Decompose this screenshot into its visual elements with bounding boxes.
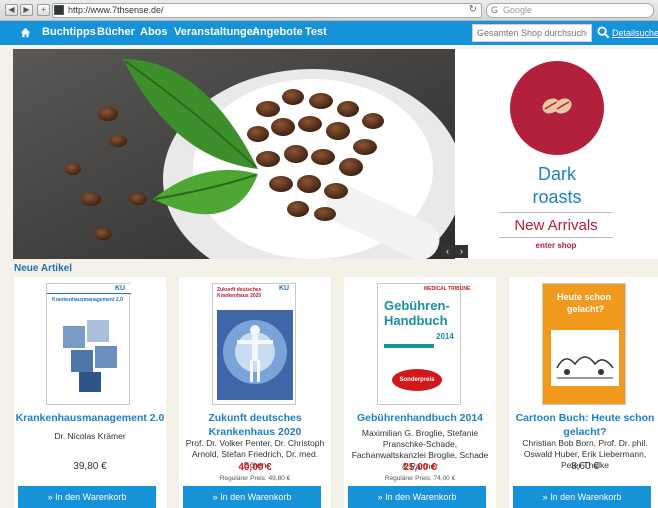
carousel-next-button[interactable]: › [455,245,468,258]
product-regular-price: Regulärer Preis: 74,00 € [384,475,456,482]
hero-subtitle: New Arrivals [514,217,598,234]
product-title[interactable]: Gebührenhandbuch 2014 [344,411,496,425]
product-card: KU Zukunft deutsches Krankenhaus 2020 Zu… [179,277,331,508]
add-to-cart-button[interactable]: » In den Warenkorb [183,486,321,508]
cover-special-badge: Sonderpreis [392,369,442,391]
new-tab-button[interactable]: + [37,4,50,16]
cover-title-line1: Heute schon [557,292,612,302]
product-title[interactable]: Krankenhausmanagement 2.0 [14,411,166,425]
book-cover[interactable]: KU Zukunft deutsches Krankenhaus 2020 [212,283,296,405]
hero-title-line1: Dark [537,164,576,184]
cover-title-line2: Handbuch [384,313,448,328]
book-cover[interactable]: KU Krankenhausmanagement 2.0 [46,283,131,405]
book-cover[interactable]: MEDICAL TRIBUNE Gebühren- Handbuch 2014 … [377,283,470,405]
cover-badge: MEDICAL TRIBUNE [424,286,471,292]
product-title[interactable]: Cartoon Buch: Heute schon gelacht? [509,411,658,439]
section-title: Neue Artikel [14,263,72,274]
favicon-icon [54,5,64,15]
cover-title-line2: gelacht? [567,304,605,314]
google-icon: G [491,5,499,15]
home-icon[interactable] [20,27,31,38]
nav-item-test[interactable]: Test [305,26,327,38]
product-card: Heute schon gelacht? Cartoon Buch: Heute… [509,277,658,508]
add-to-cart-button[interactable]: » In den Warenkorb [348,486,486,508]
nav-item-angebote[interactable]: Angebote [252,26,303,38]
nav-item-abos[interactable]: Abos [140,26,168,38]
human-figure-illustration [217,310,293,400]
main-navigation: Buchtipps Bücher Abos Veranstaltungen An… [0,21,658,45]
url-text: http://www.7thsense.de/ [68,5,164,15]
product-price: 39,80 € [73,461,107,472]
shop-search-field[interactable] [472,24,592,42]
product-card: MEDICAL TRIBUNE Gebühren- Handbuch 2014 … [344,277,496,508]
cover-badge: KU [279,285,290,292]
carousel-prev-button[interactable]: ‹ [441,245,454,258]
coffee-cup-illustration [13,49,455,259]
cover-year: 2014 [436,332,454,341]
url-bar[interactable]: http://www.7thsense.de/ ↻ [52,3,482,18]
product-authors: Dr. Nicolas Krämer [54,431,126,441]
search-icon[interactable] [597,26,610,39]
product-card: KU Krankenhausmanagement 2.0 Krankenhaus… [14,277,166,508]
shop-search-input[interactable] [473,25,591,41]
product-price: 25,00 € [403,462,437,473]
book-cover[interactable]: Heute schon gelacht? [542,283,626,405]
nav-item-buchtipps[interactable]: Buchtipps [42,26,96,38]
forward-button[interactable]: ▶ [20,4,33,16]
nav-item-buecher[interactable]: Bücher [97,26,135,38]
cover-title-line1: Gebühren- [384,298,450,313]
detail-search-link[interactable]: Detailsuche [612,28,658,38]
product-price: 40,00 € [238,462,272,473]
browser-toolbar: ◀ ▶ + http://www.7thsense.de/ ↻ G Google [0,0,658,21]
coffee-bean-icon [542,98,572,114]
hero-coffee-image[interactable] [13,49,455,259]
product-title[interactable]: Zukunft deutsches Krankenhaus 2020 [179,411,331,439]
divider-bottom [500,237,612,238]
reload-icon[interactable]: ↻ [469,4,477,15]
hero-title-line2: roasts [532,187,582,207]
back-button[interactable]: ◀ [5,4,18,16]
browser-search-input[interactable]: G Google [486,3,654,18]
divider-top [500,212,612,213]
enter-shop-link[interactable]: enter shop [500,241,612,250]
cubes-illustration [63,320,117,392]
add-to-cart-button[interactable]: » In den Warenkorb [513,486,651,508]
hero-title: Dark roasts [505,163,609,209]
nav-item-veranstaltungen[interactable]: Veranstaltungen [174,26,260,38]
cover-title: Zukunft deutsches Krankenhaus 2020 [217,287,262,299]
cartoon-illustration [551,330,619,386]
product-price: 8,60 € [571,461,599,472]
product-regular-price: Regulärer Preis: 49,80 € [219,475,291,482]
cover-badge: KU [115,285,126,292]
browser-search-placeholder: Google [503,5,533,15]
add-to-cart-button[interactable]: » In den Warenkorb [18,486,156,508]
cover-title: Krankenhausmanagement 2.0 [52,297,123,303]
